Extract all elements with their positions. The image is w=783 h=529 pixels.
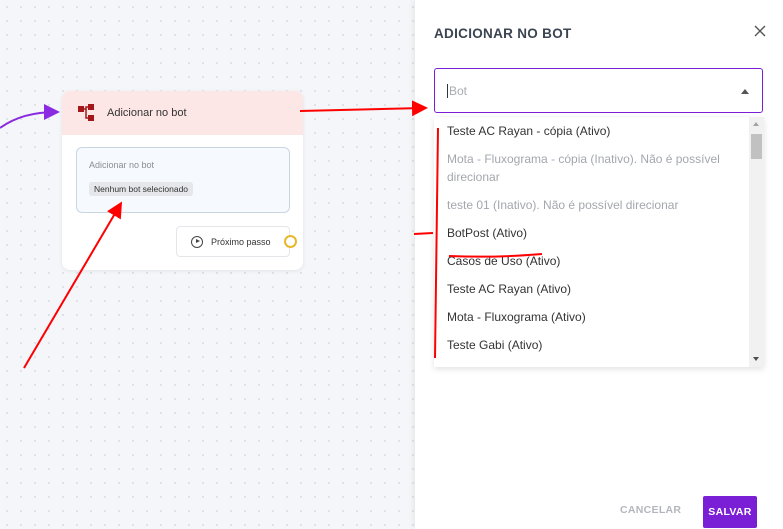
add-to-bot-panel: ADICIONAR NO BOT Bot Teste AC Rayan - có… [415, 0, 783, 529]
panel-title: ADICIONAR NO BOT [434, 26, 572, 41]
save-button[interactable]: SALVAR [703, 496, 757, 528]
bot-options-list[interactable]: Teste AC Rayan - cópia (Ativo) Mota - Flu… [434, 117, 764, 367]
next-step-label: Próximo passo [211, 236, 271, 247]
add-to-bot-node[interactable]: Adicionar no bot Adicionar no bot Nenhum… [62, 91, 303, 270]
play-circle-icon [191, 235, 203, 248]
close-icon[interactable] [753, 24, 767, 38]
bot-option[interactable]: Teste AC Rayan - cópia (Ativo) [434, 117, 748, 145]
dropdown-scrollbar[interactable] [749, 117, 764, 367]
bot-option[interactable]: Teste AC Rayan (Ativo) [434, 275, 748, 303]
bot-option[interactable]: Mota - Fluxograma (Ativo) [434, 303, 748, 331]
node-bot-field[interactable]: Adicionar no bot Nenhum bot selecionado [76, 147, 290, 213]
next-step-button[interactable]: Próximo passo [176, 226, 290, 257]
bot-option[interactable]: Casos de Uso (Ativo) [434, 247, 748, 275]
bot-option: teste 01 (Inativo). Não é possível direc… [447, 198, 679, 212]
cancel-button[interactable]: CANCELAR [620, 504, 681, 516]
bot-option[interactable]: Teste Gabi (Ativo) [434, 331, 748, 359]
caret-up-icon[interactable] [741, 89, 749, 94]
bot-option[interactable]: BotPost (Ativo) [434, 219, 748, 247]
bot-option: Mota - Fluxograma - cópia (Inativo). Não… [447, 152, 720, 184]
node-title: Adicionar no bot [107, 107, 187, 119]
bot-tree-icon [78, 104, 94, 121]
output-port[interactable] [284, 235, 297, 248]
node-header[interactable]: Adicionar no bot [62, 91, 303, 135]
options-container: Teste AC Rayan - cópia (Ativo) Mota - Flu… [434, 117, 748, 359]
scroll-up-arrow-icon[interactable] [753, 122, 759, 126]
bot-select-placeholder: Bot [447, 84, 468, 98]
bot-select[interactable]: Bot [434, 68, 763, 113]
no-bot-selected-chip: Nenhum bot selecionado [89, 182, 194, 196]
scroll-thumb[interactable] [751, 134, 762, 159]
scroll-down-arrow-icon[interactable] [753, 357, 759, 361]
node-field-label: Adicionar no bot [89, 160, 155, 170]
